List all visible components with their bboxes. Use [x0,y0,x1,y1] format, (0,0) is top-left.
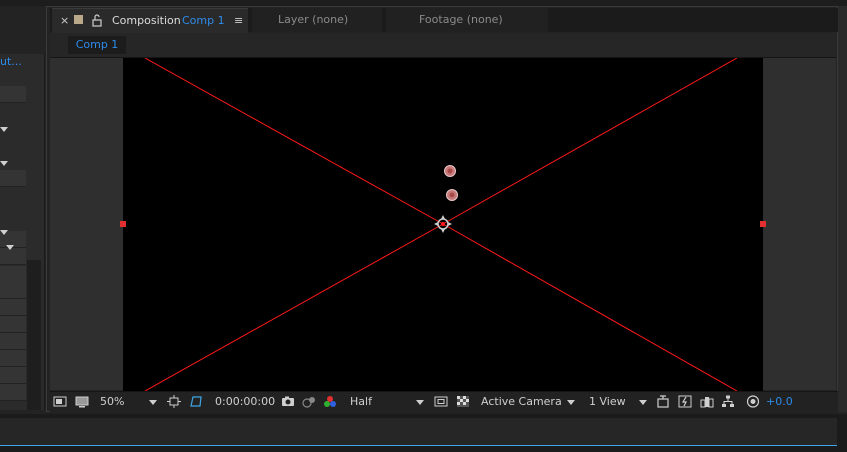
dropdown-arrow-icon[interactable] [149,400,157,405]
tab-composition-name: Comp 1 [182,14,225,27]
dropdown-arrow-icon[interactable] [639,400,647,405]
close-tab-button[interactable]: × [60,9,69,33]
chevron-down-icon[interactable] [0,127,8,132]
exposure-reset-icon[interactable] [746,395,760,408]
fast-previews-icon[interactable] [434,395,448,408]
tab-composition[interactable]: × Composition Comp 1 ≡ [52,8,248,33]
left-row[interactable] [0,282,26,299]
left-row[interactable] [0,170,26,187]
left-row[interactable] [0,367,26,384]
left-row[interactable] [0,316,26,333]
zoom-dropdown[interactable]: 50% [100,391,124,413]
dropdown-arrow-icon[interactable] [416,400,424,405]
tab-footage[interactable]: Footage (none) [386,8,548,32]
left-row[interactable] [0,350,26,367]
tab-composition-label: Composition [112,14,181,27]
left-edge-handle[interactable] [120,221,126,227]
draft-3d-icon[interactable] [678,395,692,408]
pixel-aspect-icon[interactable] [656,395,670,408]
left-row[interactable] [0,248,26,265]
camera-point-handle[interactable] [444,165,456,177]
toggle-mask-icon[interactable] [700,395,714,408]
left-panel-scrollbar[interactable] [27,260,41,410]
monitor-icon[interactable] [75,395,89,408]
dropdown-arrow-icon[interactable] [567,400,575,405]
camera-point-handle[interactable] [446,189,458,201]
left-row[interactable] [0,299,26,316]
tab-layer-label: Layer (none) [278,13,349,26]
timeline-panel-header [0,418,837,446]
panel-menu-icon[interactable]: ≡ [234,9,243,33]
right-panel-edge [838,6,847,412]
comp-color-swatch-icon [74,15,83,24]
show-snapshot-icon[interactable] [302,395,316,408]
flowchart-icon[interactable] [721,395,735,408]
always-preview-icon[interactable] [53,395,67,408]
comp-flow-tab[interactable]: Comp 1 [68,36,126,54]
tab-footage-label: Footage (none) [419,13,503,26]
left-panel-tab-label[interactable]: ut... [0,55,22,68]
tab-layer[interactable]: Layer (none) [252,8,382,32]
chevron-down-icon[interactable] [6,245,14,250]
left-row[interactable] [0,266,26,283]
resolution-dropdown[interactable]: Half [350,391,372,413]
chevron-down-icon[interactable] [0,230,8,235]
camera-view-dropdown[interactable]: Active Camera [481,391,562,413]
color-channels-icon[interactable] [323,395,337,408]
timecode-display[interactable]: 0:00:00:00 [215,391,275,413]
camera-snapshot-icon[interactable] [281,395,295,408]
chevron-down-icon[interactable] [0,161,8,166]
left-row[interactable] [0,333,26,350]
right-edge-handle[interactable] [760,221,766,227]
exposure-value[interactable]: +0.0 [766,391,793,413]
left-row[interactable] [0,86,26,103]
comp-navigator-bar [50,33,836,58]
left-row[interactable] [0,384,26,401]
transparency-grid-icon[interactable] [456,395,470,408]
composition-canvas[interactable] [123,58,763,391]
region-of-interest-icon[interactable] [167,395,181,408]
mask-path-icon[interactable] [189,395,203,408]
view-layout-dropdown[interactable]: 1 View [589,391,626,413]
